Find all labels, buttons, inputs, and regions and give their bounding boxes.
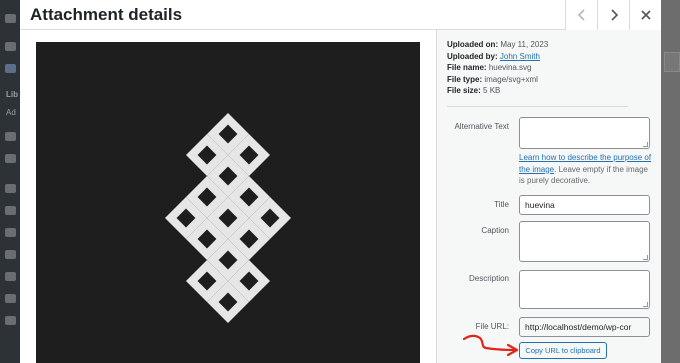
dashboard-icon	[5, 14, 16, 23]
modal-title: Attachment details	[30, 5, 183, 24]
file-name-label: File name:	[447, 63, 487, 72]
uploader-link[interactable]: John Smith	[500, 52, 540, 61]
file-type-row: File type: image/svg+xml	[447, 74, 548, 86]
alt-text-help: Learn how to describe the purpose of the…	[519, 152, 653, 187]
description-field[interactable]	[519, 270, 650, 309]
modal-header: Attachment details	[20, 0, 661, 30]
plugins-icon	[5, 206, 16, 215]
tools-icon	[5, 250, 16, 259]
image-preview	[36, 42, 420, 363]
endless-knot-graphic	[165, 113, 291, 323]
uploaded-on-row: Uploaded on: May 11, 2023	[447, 39, 548, 51]
file-type-label: File type:	[447, 74, 483, 84]
title-label: Title	[494, 200, 509, 209]
file-url-label: File URL:	[475, 322, 509, 331]
file-name-value: huevina.svg	[488, 63, 532, 72]
chevron-right-icon	[610, 9, 618, 21]
comments-icon	[5, 154, 16, 163]
close-icon	[640, 10, 651, 20]
collapse-icon	[5, 316, 16, 325]
attachment-info-sidebar: Uploaded on: May 11, 2023 Uploaded by: J…	[436, 30, 661, 363]
file-size-value: 5 KB	[483, 86, 501, 95]
appearance-icon	[5, 184, 16, 193]
file-size-label: File size:	[447, 86, 481, 95]
uploaded-by-row: Uploaded by: John Smith	[447, 51, 548, 63]
settings-icon	[5, 272, 16, 281]
media-library-label: Lib	[6, 90, 18, 99]
media-add-label: Ad	[6, 108, 16, 117]
alt-text-label: Alternative Text	[454, 122, 509, 131]
uploaded-by-label: Uploaded by:	[447, 51, 498, 61]
blocks-icon	[5, 294, 16, 303]
next-attachment-button[interactable]	[597, 0, 629, 30]
resize-handle[interactable]	[643, 142, 648, 147]
file-type-value: image/svg+xml	[484, 74, 538, 84]
caption-label: Caption	[481, 226, 509, 235]
page-background-right	[660, 0, 680, 363]
uploaded-on-label: Uploaded on:	[447, 40, 499, 49]
close-modal-button[interactable]	[629, 0, 661, 30]
file-url-field[interactable]: http://localhost/demo/wp-cor	[519, 317, 650, 337]
resize-handle[interactable]	[643, 255, 648, 260]
caption-field[interactable]	[519, 221, 650, 262]
admin-menu-background: Lib Ad	[0, 0, 20, 363]
file-name-row: File name: huevina.svg	[447, 62, 548, 74]
file-details: Uploaded on: May 11, 2023 Uploaded by: J…	[447, 39, 548, 97]
alt-text-field[interactable]	[519, 117, 650, 149]
media-icon	[5, 64, 16, 73]
chevron-left-icon	[577, 9, 585, 21]
pin-icon	[5, 42, 16, 51]
annotation-arrow-icon	[462, 334, 519, 357]
attachment-details-modal: Attachment details Uploaded on: May 11, …	[20, 0, 661, 363]
background-control	[664, 52, 680, 72]
uploaded-on-value: May 11, 2023	[500, 40, 549, 49]
previous-attachment-button[interactable]	[565, 0, 597, 30]
file-size-row: File size: 5 KB	[447, 85, 548, 97]
huevina-knot-image	[165, 113, 291, 323]
description-label: Description	[468, 274, 509, 283]
title-field[interactable]: huevina	[519, 195, 650, 215]
users-icon	[5, 228, 16, 237]
divider	[447, 106, 628, 107]
copy-url-button[interactable]: Copy URL to clipboard	[519, 342, 607, 359]
pages-icon	[5, 132, 16, 141]
resize-handle[interactable]	[643, 302, 648, 307]
